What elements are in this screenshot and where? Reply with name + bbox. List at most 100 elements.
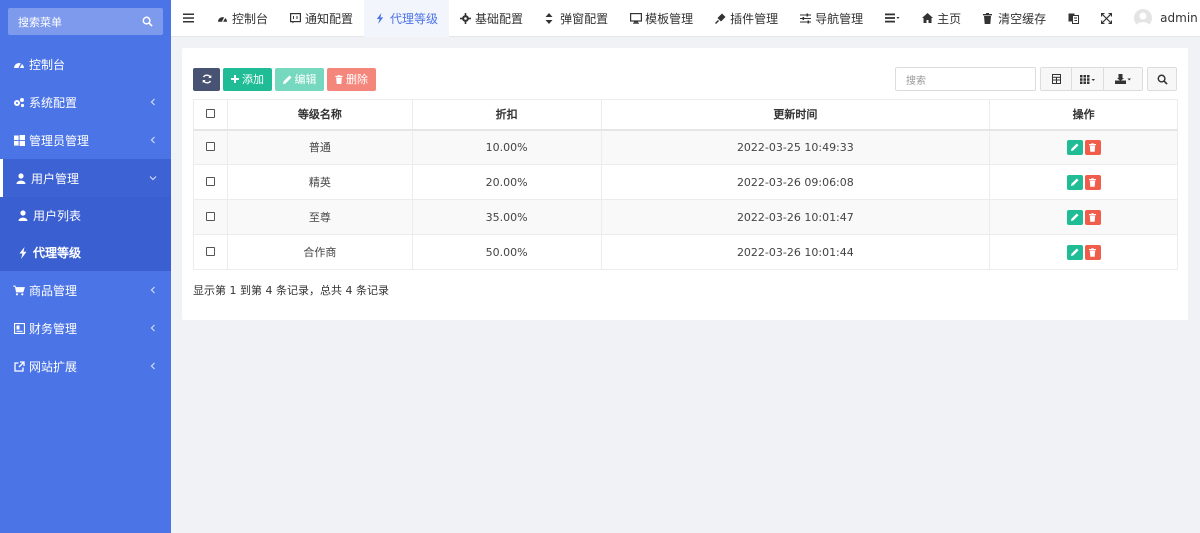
sidebar-submenu-user: 用户列表 代理等级 — [0, 197, 171, 271]
language-button[interactable] — [1057, 0, 1090, 37]
tab-agent-level[interactable]: 代理等级 — [364, 0, 450, 37]
home-label: 主页 — [937, 11, 962, 26]
tab-dashboard[interactable]: 控制台 — [206, 0, 279, 37]
topbar: 控制台 通知配置 代理等级 基础配置 弹窗配置 模板管理 插件管理 导航管理 主… — [171, 0, 1200, 37]
delete-label: 删除 — [346, 73, 368, 86]
row-delete-button[interactable] — [1084, 139, 1101, 155]
table-row[interactable]: 合作商 50.00% 2022-03-26 10:01:44 — [193, 234, 1178, 270]
sidebar-item-user-list[interactable]: 用户列表 — [0, 197, 171, 234]
row-edit-button[interactable] — [1066, 209, 1083, 225]
agent-level-table: 等级名称 折扣 更新时间 操作 普通 10.00% 2022-03-25 10:… — [193, 99, 1178, 270]
add-button[interactable]: 添加 — [223, 67, 272, 91]
list-icon — [885, 13, 900, 23]
tab-plugin-management[interactable]: 插件管理 — [704, 0, 789, 37]
trash-icon — [983, 12, 994, 24]
lightning-icon — [17, 246, 29, 259]
updated-time-cell: 2022-03-26 09:06:08 — [600, 164, 991, 200]
row-checkbox[interactable] — [205, 141, 215, 151]
fullscreen-icon — [1101, 12, 1113, 24]
table-row[interactable]: 普通 10.00% 2022-03-25 10:49:33 — [193, 129, 1178, 165]
column-header: 操作 — [989, 99, 1178, 131]
table-search-input[interactable]: 搜索 — [895, 67, 1036, 91]
toggle-view-button[interactable] — [1041, 68, 1072, 90]
dashboard-icon — [13, 58, 25, 70]
sidebar-item-product-management[interactable]: 商品管理 — [0, 271, 171, 309]
sidebar-item-system-config[interactable]: 系统配置 — [0, 83, 171, 121]
sidebar-item-agent-level[interactable]: 代理等级 — [0, 234, 171, 271]
select-all-checkbox[interactable] — [205, 108, 215, 118]
sidebar-item-label: 代理等级 — [33, 246, 82, 260]
row-delete-button[interactable] — [1084, 244, 1101, 260]
table-row[interactable]: 精英 20.00% 2022-03-26 09:06:08 — [193, 164, 1178, 200]
plus-icon — [231, 75, 242, 83]
sidebar-item-site-extension[interactable]: 网站扩展 — [0, 347, 171, 385]
column-header[interactable]: 折扣 — [411, 99, 602, 131]
fullscreen-button[interactable] — [1090, 0, 1123, 37]
trash-icon — [1089, 142, 1097, 152]
delete-button[interactable]: 删除 — [327, 67, 376, 91]
tabs-menu-dropdown[interactable] — [874, 0, 911, 37]
home-link[interactable]: 主页 — [911, 0, 972, 37]
table-toolbar: 添加 编辑 删除 搜索 — [193, 67, 1177, 91]
row-checkbox[interactable] — [205, 211, 215, 221]
tab-popup-config[interactable]: 弹窗配置 — [534, 0, 619, 37]
sidebar-item-label: 财务管理 — [29, 321, 78, 336]
refresh-button[interactable] — [193, 67, 220, 91]
row-select-cell — [193, 199, 228, 235]
sidebar-item-user-management[interactable]: 用户管理 — [0, 159, 171, 197]
hamburger-icon[interactable] — [183, 13, 194, 23]
pagination-info: 显示第 1 到第 4 条记录，总共 4 条记录 — [193, 284, 389, 297]
avatar — [1134, 9, 1153, 27]
sidebar-item-admin-management[interactable]: 管理员管理 — [0, 121, 171, 159]
tab-template-management[interactable]: 模板管理 — [619, 0, 704, 37]
row-delete-button[interactable] — [1084, 209, 1101, 225]
pencil-icon — [1070, 213, 1079, 221]
tab-label: 插件管理 — [730, 11, 779, 26]
row-edit-button[interactable] — [1066, 139, 1083, 155]
updated-time-cell: 2022-03-26 10:01:44 — [600, 234, 991, 270]
sidebar-item-dashboard[interactable]: 控制台 — [0, 45, 171, 83]
user-menu[interactable]: admin — [1123, 0, 1200, 37]
discount-cell: 10.00% — [411, 129, 602, 165]
columns-dropdown[interactable] — [1072, 68, 1104, 90]
content-panel: 添加 编辑 删除 搜索 等级名称 折扣 更新时间 操作 普通 10.00% 20… — [182, 48, 1188, 320]
tab-notification-config[interactable]: 通知配置 — [279, 0, 364, 37]
row-checkbox[interactable] — [205, 246, 215, 256]
table-row[interactable]: 至尊 35.00% 2022-03-26 10:01:47 — [193, 199, 1178, 235]
export-dropdown[interactable] — [1104, 68, 1142, 90]
search-icon[interactable] — [142, 16, 153, 27]
row-select-cell — [193, 234, 228, 270]
column-header[interactable]: 更新时间 — [600, 99, 991, 131]
row-edit-button[interactable] — [1066, 174, 1083, 190]
chevron-down-icon — [149, 174, 157, 182]
sidebar-search-input[interactable]: 搜索菜单 — [8, 8, 163, 35]
updated-time-cell: 2022-03-26 10:01:47 — [600, 199, 991, 235]
tab-basic-config[interactable]: 基础配置 — [449, 0, 534, 37]
grid-icon — [1079, 74, 1096, 84]
sidebar-item-finance-management[interactable]: 财务管理 — [0, 309, 171, 347]
advanced-search-button[interactable] — [1147, 67, 1177, 91]
sort-icon — [545, 12, 556, 24]
sidebar-item-label: 控制台 — [29, 57, 66, 72]
tab-navigation-management[interactable]: 导航管理 — [789, 0, 874, 37]
menu-toggle-button[interactable] — [171, 0, 206, 37]
translate-icon — [1068, 13, 1080, 24]
edit-button[interactable]: 编辑 — [275, 67, 324, 91]
row-edit-button[interactable] — [1066, 244, 1083, 260]
search-icon — [1157, 74, 1168, 85]
actions-cell — [989, 164, 1178, 200]
select-all-cell — [193, 99, 228, 131]
gears-icon — [13, 96, 25, 108]
pencil-icon — [1070, 143, 1079, 152]
row-delete-button[interactable] — [1084, 174, 1101, 190]
row-select-cell — [193, 164, 228, 200]
sidebar: 搜索菜单 控制台 系统配置 管理员管理 用户管理 用户列表 代理等级 商品管理 … — [0, 0, 171, 533]
trash-icon — [1089, 177, 1097, 187]
actions-cell — [989, 234, 1178, 270]
column-header[interactable]: 等级名称 — [226, 99, 413, 131]
clear-cache-button[interactable]: 清空缓存 — [972, 0, 1057, 37]
export-icon — [1114, 74, 1132, 84]
search-placeholder: 搜索 — [906, 75, 926, 87]
row-checkbox[interactable] — [205, 176, 215, 186]
discount-cell: 35.00% — [411, 199, 602, 235]
